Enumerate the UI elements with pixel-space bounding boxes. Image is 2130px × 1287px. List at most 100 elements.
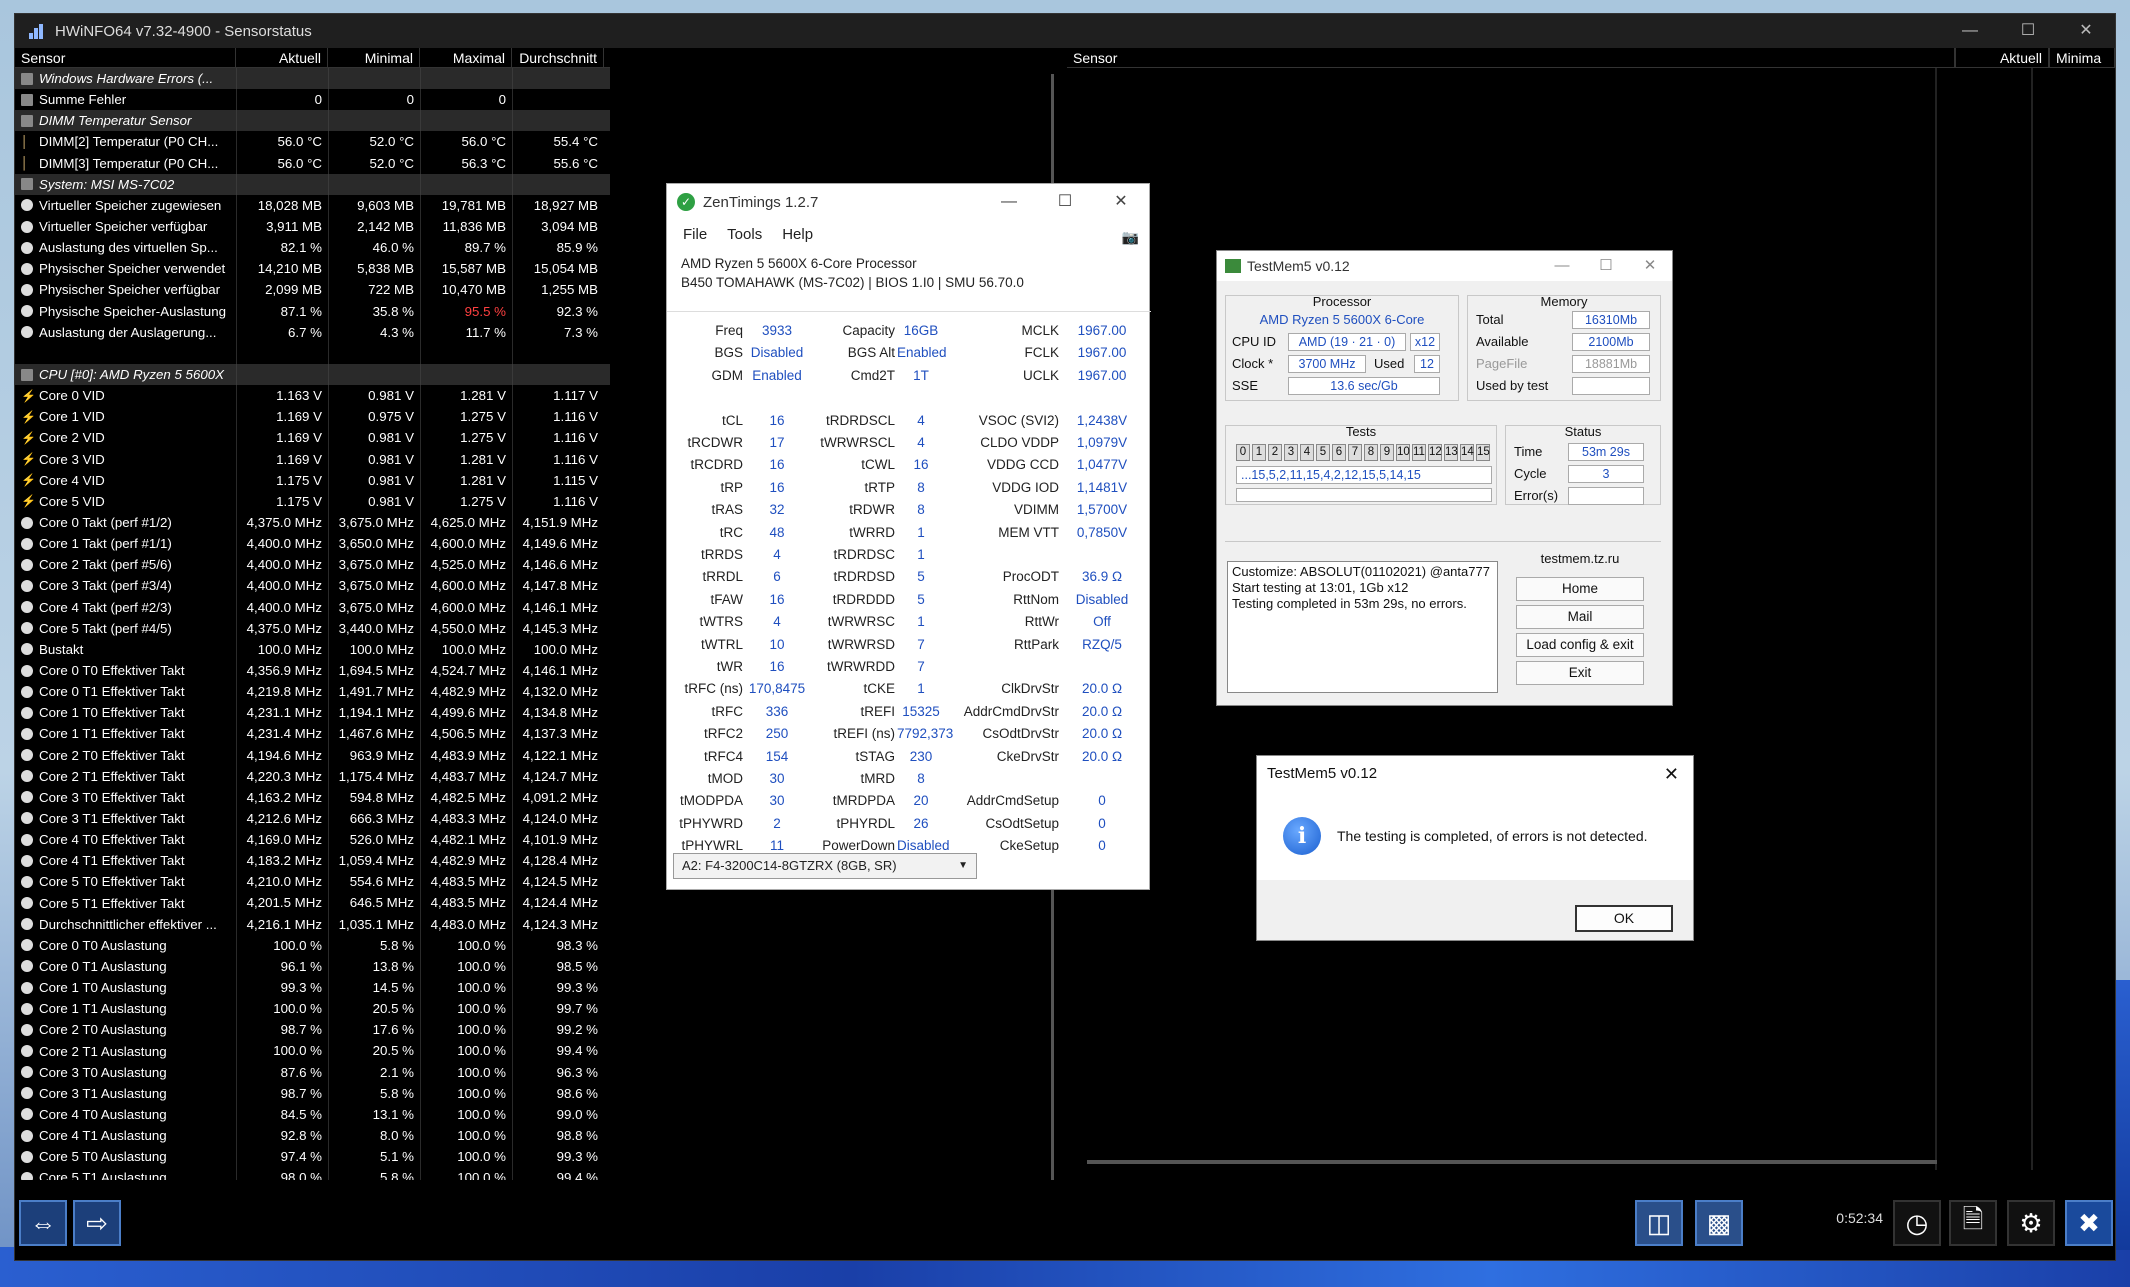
sensor-row[interactable]: Physische Speicher-Auslastung 87.1 % 35.8 … [15,300,610,322]
sensor-row[interactable]: Core 3 T1 Auslastung 98.7 % 5.8 % 100.0 % 98… [15,1082,610,1104]
sensor-row[interactable]: ⚡ Core 0 VID 1.163 V 0.981 V 1.281 V 1.117 V [15,385,610,407]
tm-maximize-button[interactable]: ☐ [1584,251,1628,281]
sensor-row[interactable]: Core 4 T0 Effektiver Takt 4,169.0 MHz 526.… [15,829,610,851]
sensor-row[interactable]: Core 0 T1 Auslastung 96.1 % 13.8 % 100.0 % 9… [15,955,610,978]
clock-button[interactable]: ◷ [1893,1200,1941,1246]
total-label: Total [1476,312,1504,327]
sensor-row[interactable]: ⚡ Core 1 VID 1.169 V 0.975 V 1.275 V 1.116 V [15,406,610,428]
sensor-row[interactable]: ⚡ Core 4 VID 1.175 V 0.981 V 1.281 V 1.115 V [15,469,610,491]
zen-minimize-button[interactable]: — [981,184,1037,220]
sensor-row[interactable]: │ DIMM[2] Temperatur (P0 CH... 56.0 °C 52.0… [15,131,610,153]
sensor-row[interactable]: Core 5 T0 Effektiver Takt 4,210.0 MHz 554.… [15,871,610,893]
zen-close-button[interactable]: ✕ [1093,184,1149,220]
horizontal-scrollbar[interactable] [1087,1160,1937,1164]
sensor-row[interactable] [15,342,610,364]
sensor-row[interactable]: Core 3 T0 Effektiver Takt 4,163.2 MHz 594.… [15,786,610,808]
col-sensor[interactable]: Sensor [15,48,236,67]
sensor-min-value: 20.5 % [328,1040,420,1062]
sensor-row[interactable]: Core 0 T0 Auslastung 100.0 % 5.8 % 100.0 % 9… [15,934,610,956]
menu-tools[interactable]: Tools [727,226,762,243]
maximize-button[interactable]: ☐ [1999,14,2057,48]
sensor-row[interactable]: Core 5 Takt (perf #4/5) 4,375.0 MHz 3,440.… [15,617,610,639]
sensor-min-value [328,173,420,195]
close-button[interactable]: ✕ [2057,14,2115,48]
sensor-row[interactable]: Core 2 T0 Effektiver Takt 4,194.6 MHz 963.… [15,744,610,766]
sensor-group-row[interactable]: System: MSI MS-7C02 [15,173,610,195]
tm-log-box[interactable]: Customize: ABSOLUT(01102021) @anta777 St… [1227,561,1498,693]
sensor-name-cell: ⚡ Core 1 VID [15,409,236,424]
sensor-row[interactable]: Core 2 Takt (perf #5/6) 4,400.0 MHz 3,675.… [15,554,610,576]
sensor-group-row[interactable]: CPU [#0]: AMD Ryzen 5 5600X [15,363,610,386]
sensor-row[interactable]: Core 2 T1 Effektiver Takt 4,220.3 MHz 1,17… [15,765,610,787]
exit-button[interactable]: Exit [1516,661,1644,685]
sensor-row[interactable]: Summe Fehler 0 0 0 [15,89,610,111]
col-min-right[interactable]: Minima [2049,48,2115,67]
col-min[interactable]: Minimal [328,48,420,67]
sensor-row[interactable]: Core 0 T1 Effektiver Takt 4,219.8 MHz 1,49… [15,681,610,703]
sensor-row[interactable]: Physischer Speicher verwendet 14,210 MB 5,… [15,258,610,280]
sensor-row[interactable]: Core 3 Takt (perf #3/4) 4,400.0 MHz 3,675.… [15,575,610,597]
sensor-row[interactable]: Core 3 T0 Auslastung 87.6 % 2.1 % 100.0 % 96… [15,1061,610,1083]
dialog-close-button[interactable]: ✕ [1664,756,1679,792]
monitor-button[interactable]: ◫ [1635,1200,1683,1246]
minimize-button[interactable]: — [1941,14,1999,48]
sensor-max-value: 4,482.5 MHz [420,786,512,808]
sensor-row[interactable]: Core 0 Takt (perf #1/2) 4,375.0 MHz 3,675.… [15,511,610,534]
ok-button[interactable]: OK [1575,905,1673,932]
exit-button[interactable]: ✖ [2065,1200,2113,1246]
sensor-row[interactable]: Core 0 T0 Effektiver Takt 4,356.9 MHz 1,69… [15,659,610,682]
sensor-row[interactable]: Core 4 T1 Effektiver Takt 4,183.2 MHz 1,05… [15,850,610,872]
network-button[interactable]: ▩ [1695,1200,1743,1246]
sensor-row[interactable]: Core 4 T0 Auslastung 84.5 % 13.1 % 100.0 % 9… [15,1103,610,1126]
sensor-row[interactable]: Core 1 T0 Auslastung 99.3 % 14.5 % 100.0 % 9… [15,977,610,999]
sensor-row[interactable]: ⚡ Core 2 VID 1.169 V 0.981 V 1.275 V 1.116 V [15,427,610,449]
sensor-row[interactable]: Core 1 T1 Effektiver Takt 4,231.4 MHz 1,46… [15,723,610,745]
menu-help[interactable]: Help [782,226,813,243]
sensor-row[interactable]: Core 2 T1 Auslastung 100.0 % 20.5 % 100.0 %… [15,1040,610,1062]
sensor-row[interactable]: Auslastung des virtuellen Sp... 82.1 % 46.… [15,237,610,259]
load-config-exit-button[interactable]: Load config & exit [1516,633,1644,657]
log-button[interactable]: 🗎 [1949,1200,1997,1246]
sensor-avg-value: 4,124.0 MHz [512,807,604,830]
menu-file[interactable]: File [683,226,707,243]
sensor-row[interactable]: Core 5 T0 Auslastung 97.4 % 5.1 % 100.0 % 99… [15,1146,610,1168]
settings-button[interactable]: ⚙ [2007,1200,2055,1246]
next-arrows-button[interactable]: ⇨ [73,1200,121,1246]
sensor-row[interactable]: Physischer Speicher verfügbar 2,099 MB 722… [15,279,610,301]
sensor-row[interactable]: ⚡ Core 5 VID 1.175 V 0.981 V 1.275 V 1.116 V [15,490,610,512]
sensor-group-row[interactable]: Windows Hardware Errors (... [15,68,610,90]
sensor-cur-value: 4,210.0 MHz [236,871,328,893]
col-current[interactable]: Aktuell [236,48,328,67]
home-button[interactable]: Home [1516,577,1644,601]
sensor-row[interactable]: Virtueller Speicher verfügbar 3,911 MB 2,1… [15,215,610,238]
col-avg[interactable]: Durchschnitt [512,48,604,67]
sensor-row[interactable]: Core 1 Takt (perf #1/1) 4,400.0 MHz 3,650.… [15,533,610,555]
sensor-row[interactable]: Core 3 T1 Effektiver Takt 4,212.6 MHz 666.… [15,807,610,830]
sensor-row[interactable]: Auslastung der Auslagerung... 6.7 % 4.3 % 1… [15,321,610,343]
col-sensor-right[interactable]: Sensor [1067,48,1955,67]
sensor-group-row[interactable]: DIMM Temperatur Sensor [15,110,610,132]
memory-module-select[interactable]: A2: F4-3200C14-8GTZRX (8GB, SR) ▼ [673,853,977,879]
sensor-row[interactable]: Core 1 T0 Effektiver Takt 4,231.1 MHz 1,19… [15,702,610,724]
tm-minimize-button[interactable]: — [1540,251,1584,281]
sensor-row[interactable]: Core 4 Takt (perf #2/3) 4,400.0 MHz 3,675.… [15,596,610,618]
sensor-row[interactable]: Virtueller Speicher zugewiesen 18,028 MB 9… [15,194,610,216]
timing-value: 20.0 Ω [1081,681,1123,697]
mail-button[interactable]: Mail [1516,605,1644,629]
sensor-row[interactable]: Durchschnittlicher effektiver ... 4,216.1… [15,913,610,935]
col-max[interactable]: Maximal [420,48,512,67]
sensor-row[interactable]: ⚡ Core 3 VID 1.169 V 0.981 V 1.281 V 1.116 V [15,448,610,470]
sensor-row[interactable]: Bustakt 100.0 MHz 100.0 MHz 100.0 MHz 100.0 … [15,638,610,660]
tm-close-button[interactable]: ✕ [1628,251,1672,281]
sensor-row[interactable]: Core 1 T1 Auslastung 100.0 % 20.5 % 100.0 %… [15,998,610,1020]
sensor-row[interactable]: Core 5 T1 Effektiver Takt 4,201.5 MHz 646.… [15,892,610,914]
sensor-row[interactable]: Core 4 T1 Auslastung 92.8 % 8.0 % 100.0 % 98… [15,1125,610,1147]
sensor-row[interactable]: Core 2 T0 Auslastung 98.7 % 17.6 % 100.0 % 9… [15,1019,610,1041]
sensor-cur-value: 4,231.1 MHz [236,702,328,724]
screenshot-camera-icon[interactable]: 📷 [1122,229,1139,246]
zen-maximize-button[interactable]: ☐ [1037,184,1093,220]
prev-arrows-button[interactable]: ⇔ [19,1200,67,1246]
sensor-row[interactable]: │ DIMM[3] Temperatur (P0 CH... 56.0 °C 52.0… [15,152,610,174]
sensor-max-value: 100.0 % [420,1061,512,1083]
col-current-right[interactable]: Aktuell [1955,48,2049,67]
